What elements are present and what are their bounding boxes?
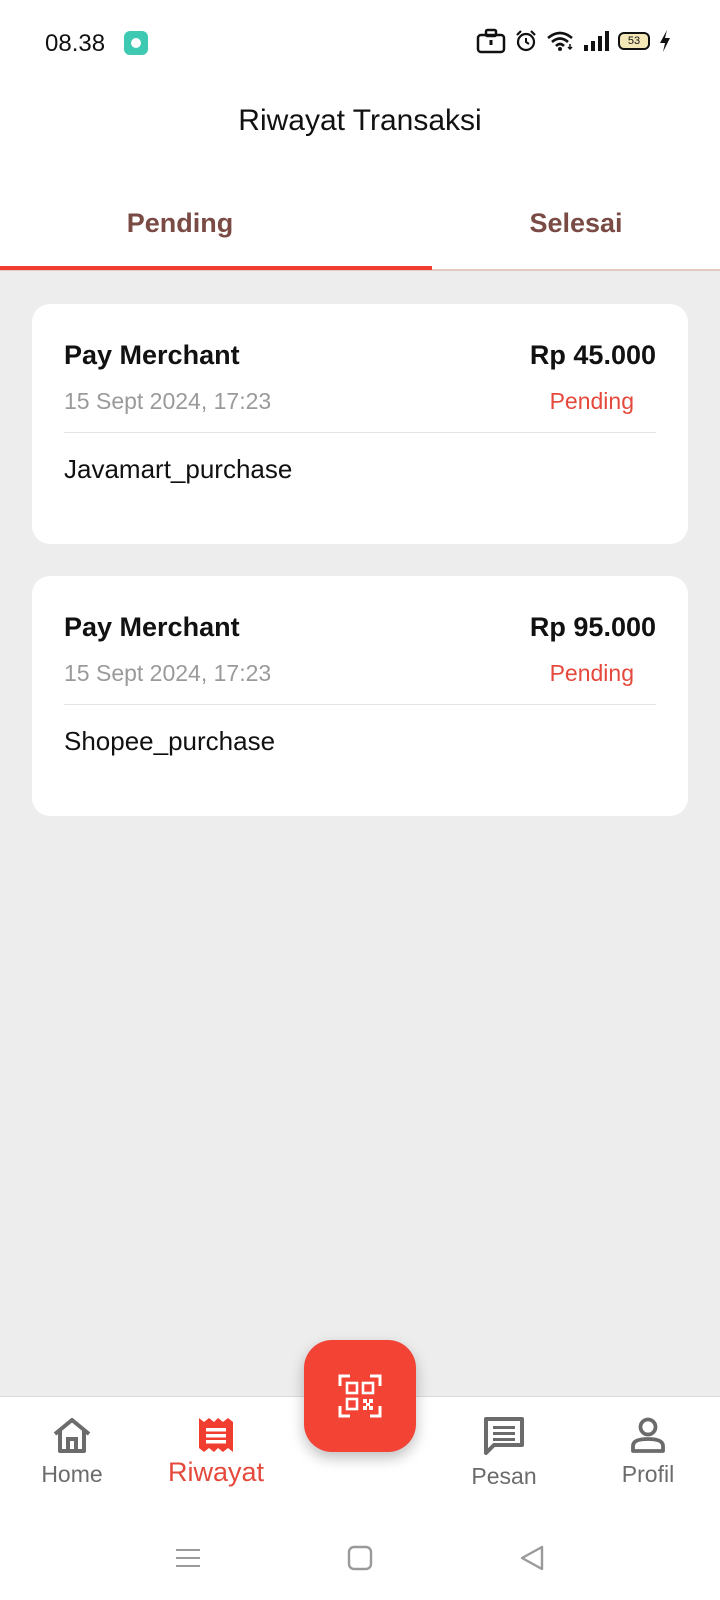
tab-bar: Pending Selesai [0, 178, 720, 271]
tab-pending[interactable]: Pending [0, 178, 432, 269]
divider [64, 432, 656, 433]
transaction-card[interactable]: Pay Merchant Rp 45.000 15 Sept 2024, 17:… [32, 304, 688, 544]
transaction-description: Javamart_purchase [64, 454, 293, 484]
transaction-status: Pending [549, 388, 634, 414]
nav-home[interactable]: Home [12, 1397, 132, 1521]
charging-icon [660, 30, 670, 52]
page-title: Riwayat Transaksi [238, 104, 482, 137]
transaction-status: Pending [549, 660, 634, 686]
message-icon [484, 1417, 524, 1455]
system-navigation [0, 1520, 720, 1600]
nav-label-riwayat: Riwayat [167, 1457, 265, 1487]
status-icons: 53 [476, 28, 672, 54]
qr-scan-button[interactable] [304, 1340, 416, 1452]
app-notification-icon [124, 31, 148, 55]
transaction-date: 15 Sept 2024, 17:23 [64, 388, 272, 414]
status-time: 08.38 [45, 30, 106, 57]
back-icon[interactable] [512, 1538, 552, 1578]
qr-scan-icon [338, 1374, 382, 1418]
nav-pesan[interactable]: Pesan [444, 1397, 564, 1521]
alarm-icon [516, 30, 536, 52]
transaction-description: Shopee_purchase [64, 726, 276, 756]
transaction-date: 15 Sept 2024, 17:23 [64, 660, 272, 686]
divider [64, 704, 656, 705]
home-icon [53, 1418, 91, 1453]
nav-profil[interactable]: Profil [588, 1397, 708, 1521]
menu-icon[interactable] [168, 1538, 208, 1578]
status-bar: 08.38 53 [0, 0, 720, 86]
nav-label-profil: Profil [621, 1461, 675, 1487]
header: Riwayat Transaksi [0, 86, 720, 178]
receipt-icon [199, 1418, 233, 1452]
briefcase-icon [476, 28, 506, 54]
transaction-card[interactable]: Pay Merchant Rp 95.000 15 Sept 2024, 17:… [32, 576, 688, 816]
home-square-icon[interactable] [340, 1538, 380, 1578]
battery-level: 53 [627, 34, 641, 47]
transaction-title: Pay Merchant [64, 612, 240, 642]
signal-icon [584, 31, 609, 51]
wifi-icon [547, 31, 573, 51]
battery-icon: 53 [618, 32, 650, 50]
transaction-amount: Rp 95.000 [529, 612, 656, 642]
tab-selesai[interactable]: Selesai [432, 178, 720, 269]
transaction-amount: Rp 45.000 [529, 340, 656, 370]
tab-indicator [0, 266, 432, 270]
nav-label-pesan: Pesan [471, 1463, 537, 1489]
nav-label-home: Home [41, 1461, 103, 1487]
person-icon [631, 1417, 665, 1453]
transaction-title: Pay Merchant [64, 340, 240, 370]
nav-riwayat[interactable]: Riwayat [156, 1397, 276, 1521]
